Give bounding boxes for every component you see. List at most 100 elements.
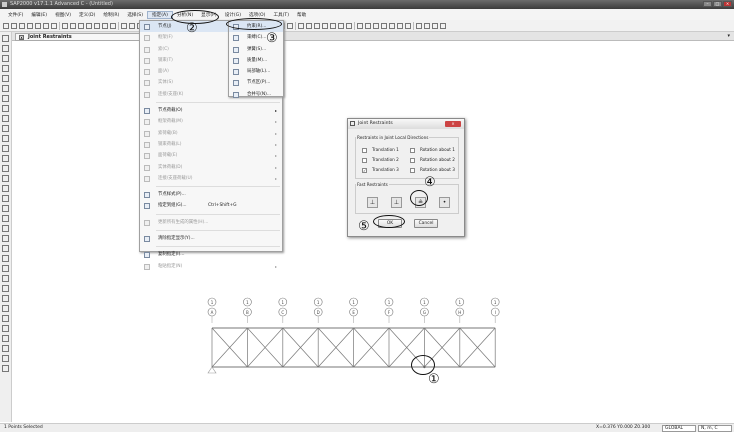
checkbox-box[interactable] (410, 167, 415, 173)
toolbar-button-icon[interactable] (416, 22, 422, 29)
assign-menu-item[interactable]: 索荷载(B) ▸ (140, 128, 282, 139)
draw-tool-icon[interactable] (2, 325, 9, 332)
toolbar-button-icon[interactable] (110, 22, 116, 29)
draw-tool-icon[interactable] (2, 335, 9, 342)
assign-menu-item[interactable]: 指定到组(G)... Ctrl+Shift+G (140, 200, 282, 211)
tab-joint-restraints[interactable]: x Joint Restraints (15, 33, 145, 41)
assign-menu-item[interactable]: 清除指定显示(Y)... (140, 233, 282, 244)
toolbar-button-icon[interactable] (295, 21, 296, 30)
restraint-checkbox[interactable]: Translation 1 (362, 147, 399, 153)
toolbar-button-icon[interactable] (306, 22, 312, 29)
draw-tool-icon[interactable] (2, 125, 9, 132)
draw-tool-icon[interactable] (2, 155, 9, 162)
toolbar-button-icon[interactable] (314, 22, 320, 29)
toolbar-button-icon[interactable] (389, 22, 395, 29)
checkbox-box[interactable] (410, 157, 415, 163)
assign-menu-item[interactable]: 连接/支座荷载(U) ▸ (140, 173, 282, 184)
menu-4[interactable]: 绘制(R) (99, 12, 123, 18)
checkbox-box[interactable] (362, 147, 367, 153)
menu-12[interactable]: 帮助 (293, 12, 310, 18)
restraint-checkbox[interactable]: Rotation about 1 (410, 147, 455, 153)
toolbar-button-icon[interactable] (440, 22, 446, 29)
toolbar-button-icon[interactable] (397, 22, 403, 29)
checkbox-box[interactable] (410, 147, 415, 153)
minimize-button[interactable]: – (703, 1, 712, 7)
toolbar-button-icon[interactable] (43, 22, 49, 29)
toolbar-button-icon[interactable] (298, 22, 304, 29)
toolbar-button-icon[interactable] (365, 22, 371, 29)
toolbar-button-icon[interactable] (405, 22, 411, 29)
menu-1[interactable]: 编辑(E) (27, 12, 51, 18)
dialog-close-button[interactable]: × (445, 121, 461, 127)
assign-menu-item[interactable]: 节点样式(P)... (140, 189, 282, 200)
draw-tool-icon[interactable] (2, 285, 9, 292)
assign-menu-item[interactable]: 更新所有生成的属性(H)... (140, 217, 282, 228)
joint-submenu-item[interactable]: 质量(M)... (229, 55, 283, 66)
joint-submenu-item[interactable]: 节点区(P)... (229, 77, 283, 88)
assign-menu-item[interactable]: 面荷载(E) ▸ (140, 150, 282, 161)
toolbar-button-icon[interactable] (102, 22, 108, 29)
draw-tool-icon[interactable] (2, 35, 9, 42)
menu-0[interactable]: 文件(F) (4, 12, 27, 18)
draw-tool-icon[interactable] (2, 295, 9, 302)
draw-tool-icon[interactable] (2, 255, 9, 262)
draw-tool-icon[interactable] (2, 135, 9, 142)
assign-menu-item[interactable]: 粘贴指定(N) ▸ (140, 261, 282, 272)
toolbar-button-icon[interactable] (432, 22, 438, 29)
draw-tool-icon[interactable] (2, 265, 9, 272)
toolbar-button-icon[interactable] (86, 22, 92, 29)
joint-submenu-item[interactable]: 合并号(N)... (229, 89, 283, 100)
restraint-checkbox[interactable]: ✓ Translation 3 (362, 167, 399, 173)
draw-tool-icon[interactable] (2, 105, 9, 112)
toolbar-button-icon[interactable] (354, 21, 355, 30)
draw-tool-icon[interactable] (2, 315, 9, 322)
draw-tool-icon[interactable] (2, 145, 9, 152)
draw-tool-icon[interactable] (2, 85, 9, 92)
menu-3[interactable]: 定义(D) (75, 12, 99, 18)
maximize-button[interactable]: □ (713, 1, 722, 7)
assign-menu-item[interactable]: 实体荷载(D) ▸ (140, 162, 282, 173)
toolbar-button-icon[interactable] (78, 22, 84, 29)
assign-menu-item[interactable]: 节点荷载(O) ▸ (140, 105, 282, 116)
draw-tool-icon[interactable] (2, 205, 9, 212)
chevron-down-icon[interactable]: ▾ (727, 33, 730, 39)
toolbar-button-icon[interactable] (322, 22, 328, 29)
toolbar-button-icon[interactable] (19, 22, 25, 29)
draw-tool-icon[interactable] (2, 45, 9, 52)
toolbar-button-icon[interactable] (346, 22, 352, 29)
toolbar-button-icon[interactable] (59, 21, 60, 30)
draw-tool-icon[interactable] (2, 275, 9, 282)
draw-tool-icon[interactable] (2, 55, 9, 62)
toolbar-button-icon[interactable] (381, 22, 387, 29)
draw-tool-icon[interactable] (2, 365, 9, 372)
draw-tool-icon[interactable] (2, 345, 9, 352)
draw-tool-icon[interactable] (2, 75, 9, 82)
draw-tool-icon[interactable] (2, 355, 9, 362)
assign-menu-item[interactable]: 框架荷载(M) ▸ (140, 116, 282, 127)
draw-tool-icon[interactable] (2, 65, 9, 72)
draw-tool-icon[interactable] (2, 165, 9, 172)
free-restraint-button[interactable]: • (439, 197, 450, 208)
toolbar-button-icon[interactable] (424, 22, 430, 29)
close-icon[interactable]: x (19, 35, 24, 40)
draw-tool-icon[interactable] (2, 225, 9, 232)
restraint-checkbox[interactable]: Translation 2 (362, 157, 399, 163)
assign-menu-item[interactable]: 钢束荷载(L) ▸ (140, 139, 282, 150)
close-button[interactable]: × (723, 1, 732, 7)
assign-menu-item[interactable]: 复制指定(I)... (140, 249, 282, 260)
toolbar-button-icon[interactable] (338, 22, 344, 29)
draw-tool-icon[interactable] (2, 185, 9, 192)
menu-6[interactable]: 指定(A) (147, 10, 173, 19)
pinned-restraint-button[interactable]: ⊥ (391, 197, 402, 208)
draw-tool-icon[interactable] (2, 195, 9, 202)
toolbar-button-icon[interactable] (373, 22, 379, 29)
menu-9[interactable]: 设计(G) (221, 12, 245, 18)
draw-tool-icon[interactable] (2, 245, 9, 252)
restraint-checkbox[interactable]: Rotation about 2 (410, 157, 455, 163)
draw-tool-icon[interactable] (2, 175, 9, 182)
toolbar-button-icon[interactable] (11, 22, 17, 29)
toolbar-button-icon[interactable] (121, 22, 127, 29)
toolbar-button-icon[interactable] (70, 22, 76, 29)
draw-tool-icon[interactable] (2, 95, 9, 102)
cancel-button[interactable]: Cancel (414, 219, 438, 228)
